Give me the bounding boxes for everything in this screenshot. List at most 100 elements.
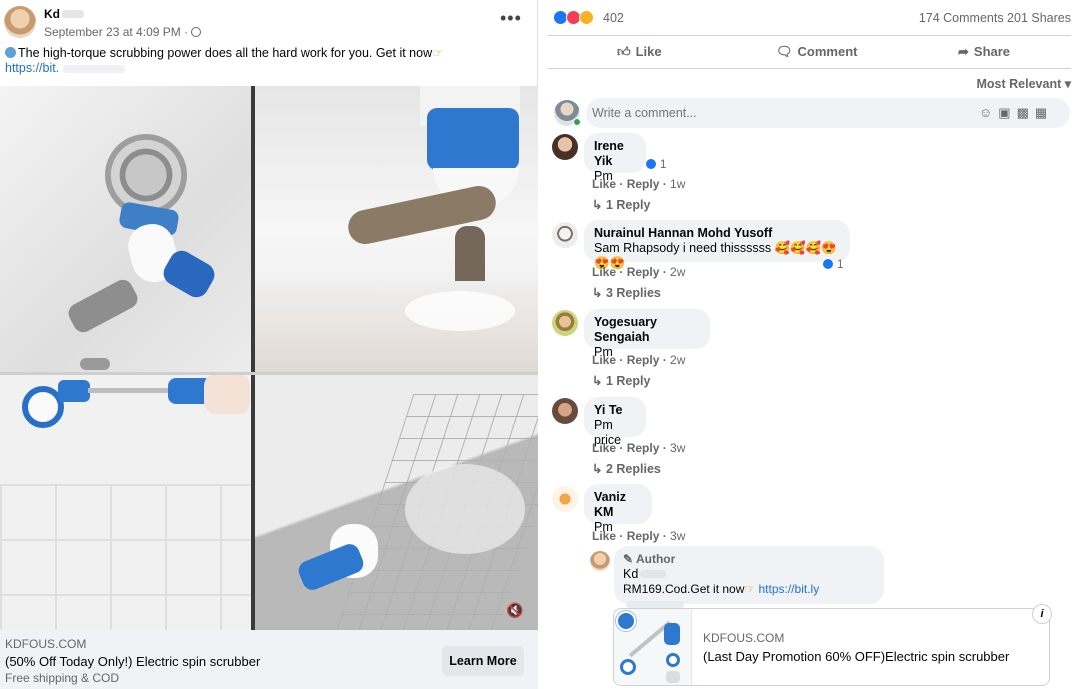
commenter-avatar[interactable]	[552, 134, 578, 160]
commenter-avatar[interactable]	[552, 486, 578, 512]
author-avatar[interactable]	[590, 551, 610, 571]
learn-more-button[interactable]: Learn More	[442, 646, 524, 676]
link-title[interactable]: (50% Off Today Only!) Electric spin scru…	[5, 654, 260, 669]
reply-arrow-icon: ↳	[592, 462, 603, 476]
view-replies-link[interactable]: ↳ 1 Reply	[592, 373, 650, 388]
camera-icon[interactable]: ▣	[998, 105, 1016, 120]
video-frame-floor-scrub	[255, 374, 538, 630]
comments-panel: 402 174 Comments 201 Shares 👍︎ Like 🗨︎ Com…	[540, 0, 1079, 689]
reaction-count[interactable]: 402	[603, 11, 624, 25]
blurred-link	[63, 65, 126, 73]
facebook-post-viewer: Kd September 23 at 4:09 PM · ••• The hig…	[0, 0, 1079, 689]
comment-reaction-count[interactable]: 1	[645, 158, 666, 171]
reply-arrow-icon: ↳	[592, 198, 603, 212]
like-reaction-icon	[822, 258, 834, 270]
online-status-dot	[573, 118, 581, 126]
video-frame-shower-valve	[0, 86, 251, 374]
pointing-hand-icon: ☞	[744, 582, 756, 596]
comment-meta: Like · Reply · 3w	[592, 441, 686, 455]
comment-reply-link[interactable]: Reply	[627, 353, 660, 367]
author-reply-link[interactable]: https://bit.ly	[759, 582, 820, 596]
comment-reply-link[interactable]: Reply	[627, 441, 660, 455]
comment-reaction-count[interactable]: 1	[822, 258, 843, 271]
commenter-name[interactable]: Nurainul Hannan Mohd Yusoff	[594, 226, 840, 241]
blurred-link	[626, 601, 684, 608]
post-timestamp[interactable]: September 23 at 4:09 PM ·	[44, 25, 202, 39]
sort-dropdown[interactable]: Most Relevant ▾	[977, 76, 1072, 91]
card-title[interactable]: (Last Day Promotion 60% OFF)Electric spi…	[703, 649, 1009, 664]
post-video[interactable]	[0, 86, 538, 630]
stats-row: 402 174 Comments 201 Shares	[548, 0, 1071, 36]
link-domain: KDFOUS.COM	[5, 637, 87, 651]
comment-like-link[interactable]: Like	[592, 353, 616, 367]
comment-meta: Like · Reply · 1w	[592, 177, 686, 191]
link-preview[interactable]: KDFOUS.COM (50% Off Today Only!) Electri…	[0, 630, 538, 689]
view-replies-link[interactable]: ↳ 2 Replies	[592, 461, 661, 476]
comment-like-link[interactable]: Like	[592, 441, 616, 455]
share-arrow-icon: ➦	[958, 44, 969, 59]
comment-time[interactable]: 2w	[670, 353, 685, 367]
comment-like-link[interactable]: Like	[592, 529, 616, 543]
commenter-avatar[interactable]	[552, 310, 578, 336]
frame-divider	[251, 86, 255, 630]
share-button[interactable]: ➦ Share	[958, 44, 1010, 60]
comment-time[interactable]: 3w	[670, 529, 685, 543]
emoji-icon[interactable]: ☺	[979, 105, 998, 120]
comment-reply-link[interactable]: Reply	[627, 529, 660, 543]
view-replies-link[interactable]: ↳ 1 Reply	[592, 197, 650, 212]
comment-like-link[interactable]: Like	[592, 177, 616, 191]
comment-bubble: Vaniz KM Pm	[584, 484, 652, 534]
view-replies-link[interactable]: ↳ 3 Replies	[592, 285, 661, 300]
globe-icon	[191, 27, 202, 37]
pointing-hand-icon: ☞	[432, 46, 444, 60]
link-subtitle: Free shipping & COD	[5, 671, 120, 685]
wow-reaction-icon	[579, 10, 594, 25]
post-panel: Kd September 23 at 4:09 PM · ••• The hig…	[0, 0, 538, 689]
poster-avatar[interactable]	[4, 6, 36, 38]
comment-bubble: Irene Yik Pm	[584, 133, 646, 183]
reply-arrow-icon: ↳	[592, 286, 603, 300]
thumbs-up-icon: 👍︎	[617, 44, 631, 59]
author-name[interactable]: Kd	[623, 567, 875, 582]
commenter-name[interactable]: Yi Te	[594, 403, 636, 418]
gif-icon[interactable]: ▩	[1017, 105, 1035, 120]
blurred-name	[640, 570, 667, 578]
comment-time[interactable]: 1w	[670, 177, 685, 191]
commenter-name[interactable]: Yogesuary Sengaiah	[594, 315, 700, 345]
sparkle-icon	[5, 47, 16, 58]
poster-name[interactable]: Kd	[44, 7, 84, 21]
comment-tools: ☺▣▩▦	[979, 105, 1053, 121]
commenter-name[interactable]: Vaniz KM	[594, 490, 642, 520]
comment-reply-link[interactable]: Reply	[627, 265, 660, 279]
reply-link-card[interactable]: KDFOUS.COM (Last Day Promotion 60% OFF)E…	[613, 608, 1050, 686]
like-reaction-icon	[645, 158, 657, 170]
info-icon[interactable]: i	[1032, 604, 1052, 624]
comment-button[interactable]: 🗨︎ Comment	[776, 44, 857, 60]
comments-shares-count[interactable]: 174 Comments 201 Shares	[919, 11, 1071, 25]
author-badge: ✎ Author	[623, 552, 676, 566]
comment-bubble: Yogesuary Sengaiah Pm	[584, 309, 710, 359]
video-frame-faucet	[255, 86, 538, 374]
speaker-icon[interactable]: 🔇	[506, 602, 523, 618]
post-caption: The high-torque scrubbing power does all…	[5, 46, 444, 75]
comment-bubble: Nurainul Hannan Mohd Yusoff Sam Rhapsody…	[584, 220, 850, 270]
product-thumbnail	[614, 609, 692, 685]
comment-time[interactable]: 2w	[670, 265, 685, 279]
commenter-avatar[interactable]	[552, 222, 578, 248]
comment-meta: Like · Reply · 2w	[592, 353, 686, 367]
commenter-avatar[interactable]	[552, 398, 578, 424]
reply-arrow-icon: ↳	[592, 374, 603, 388]
comment-like-link[interactable]: Like	[592, 265, 616, 279]
action-bar: 👍︎ Like 🗨︎ Comment ➦ Share	[548, 36, 1071, 69]
comment-meta: Like · Reply · 3w	[592, 529, 686, 543]
comment-reply-link[interactable]: Reply	[627, 177, 660, 191]
pencil-icon: ✎	[623, 552, 634, 566]
commenter-name[interactable]: Irene Yik	[594, 139, 636, 169]
blurred-name	[62, 10, 84, 18]
comment-time[interactable]: 3w	[670, 441, 685, 455]
like-button[interactable]: 👍︎ Like	[617, 44, 662, 60]
sticker-icon[interactable]: ▦	[1035, 105, 1053, 120]
more-options-button[interactable]: •••	[500, 8, 522, 29]
comment-bubble: Yi Te Pm price	[584, 397, 646, 447]
caption-link[interactable]: https://bit.	[5, 61, 59, 75]
